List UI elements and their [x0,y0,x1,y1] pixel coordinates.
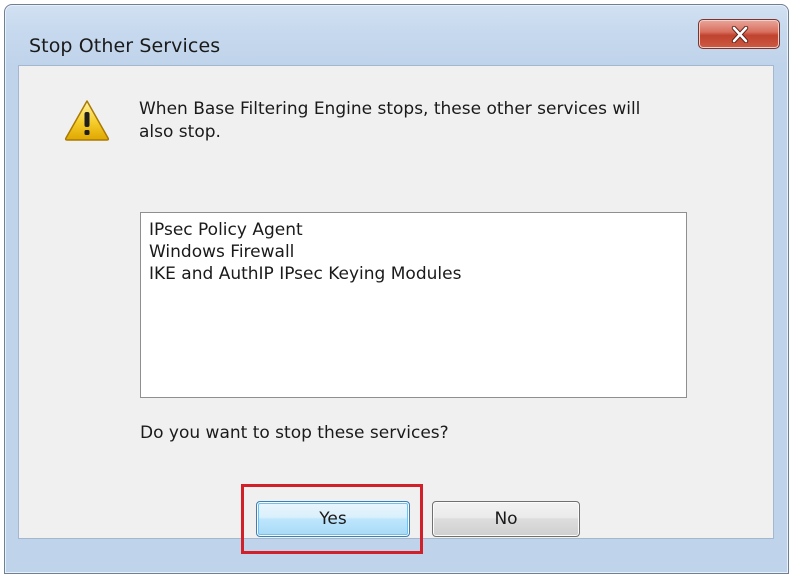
dialog-title: Stop Other Services [29,35,221,57]
close-button[interactable] [698,19,780,49]
yes-button[interactable]: Yes [256,501,410,537]
no-button[interactable]: No [432,501,580,537]
dependent-services-list[interactable]: IPsec Policy Agent Windows Firewall IKE … [140,212,687,398]
close-icon [731,26,749,43]
confirmation-question: Do you want to stop these services? [140,423,449,443]
dialog-body: When Base Filtering Engine stops, these … [18,65,774,554]
warning-icon [64,100,110,141]
list-item: IPsec Policy Agent [149,220,303,240]
stop-other-services-dialog: Stop Other Services When Base Filtering … [4,4,789,574]
stop-message: When Base Filtering Engine stops, these … [139,99,641,142]
list-item: IKE and AuthIP IPsec Keying Modules [149,264,462,284]
title-bar[interactable]: Stop Other Services [5,5,788,65]
list-item: Windows Firewall [149,242,295,262]
